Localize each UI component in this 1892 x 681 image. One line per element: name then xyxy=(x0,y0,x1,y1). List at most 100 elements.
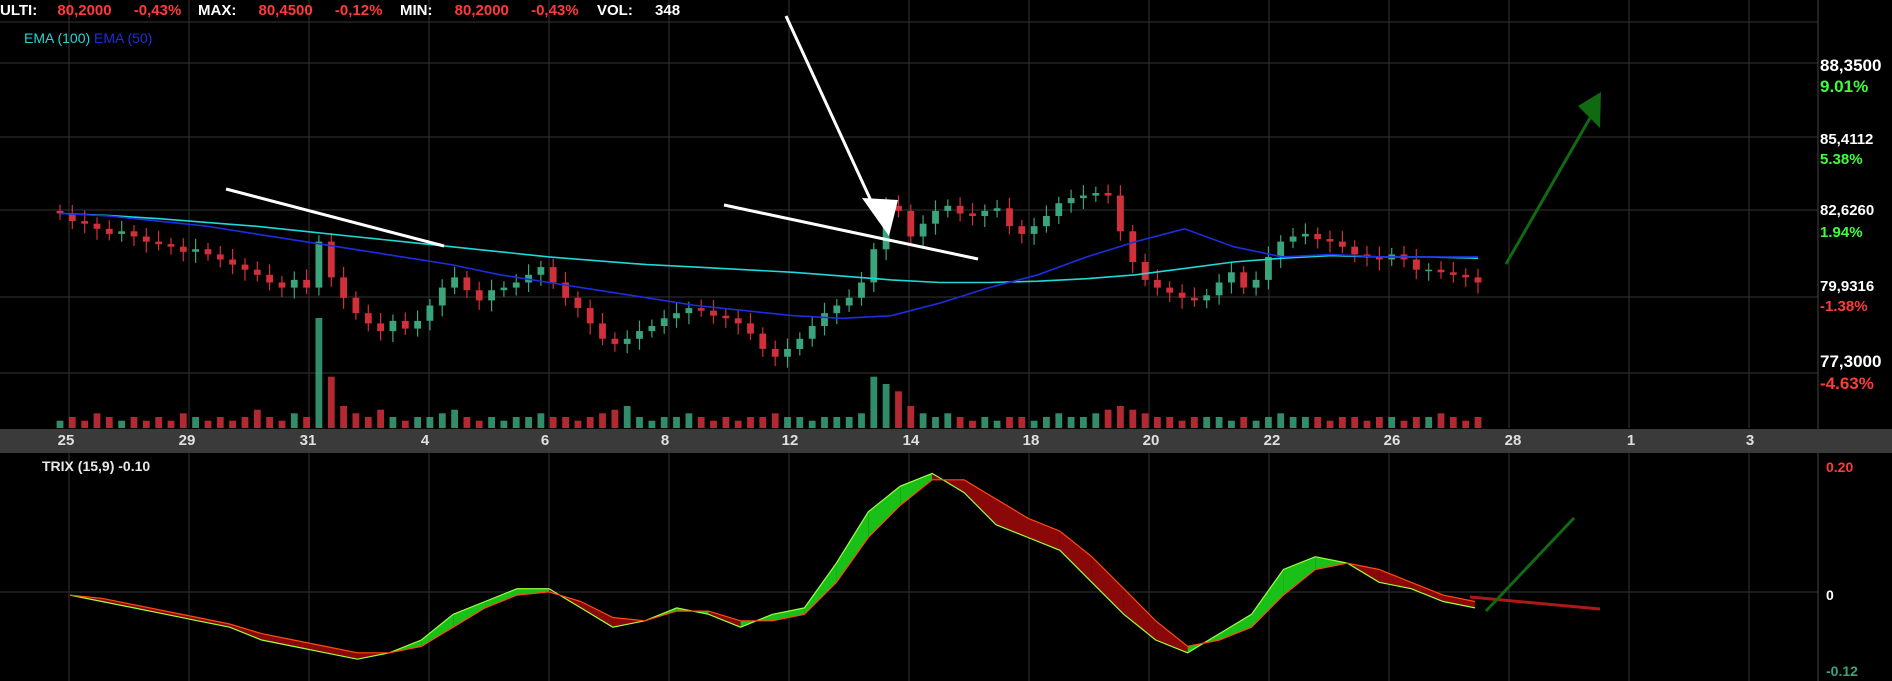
trix-fill xyxy=(1251,569,1284,628)
volume-bar xyxy=(858,413,865,428)
volume-bar xyxy=(1326,420,1334,428)
candle-body xyxy=(1055,203,1063,216)
candle-body xyxy=(1462,274,1470,278)
chart-stage[interactable]: 25 29 31 4 6 8 12 14 18 20 22 26 28 1 3 88,3500 9.01% 85… xyxy=(0,0,1892,681)
candle-body xyxy=(1339,241,1346,247)
candle-body xyxy=(241,264,249,270)
volume-bar xyxy=(1289,417,1297,428)
date-axis-band xyxy=(0,429,1892,453)
candle-body xyxy=(870,249,878,283)
candle-body xyxy=(475,290,483,301)
last-value: 80,2000 xyxy=(57,2,112,19)
volume-bar xyxy=(93,413,101,428)
ema-legend[interactable]: EMA (100) EMA (50) xyxy=(24,30,152,46)
candle-body xyxy=(796,338,804,349)
candle-body xyxy=(1141,262,1149,280)
candle-body xyxy=(1154,279,1161,288)
candle-body xyxy=(1178,292,1186,298)
volume-bar xyxy=(771,413,779,428)
volume-bar xyxy=(796,417,804,428)
volume-bar xyxy=(549,417,557,428)
trix-fill xyxy=(580,601,613,628)
volume-bar xyxy=(1302,417,1309,428)
volume-bar xyxy=(1474,417,1482,428)
candle-body xyxy=(327,241,335,278)
volume-bar xyxy=(969,420,976,428)
price-chart[interactable] xyxy=(0,0,1892,681)
trix-fill xyxy=(900,473,933,506)
date-tick-label: 3 xyxy=(1745,432,1755,449)
trendline-drawing xyxy=(1484,516,1576,613)
date-tick-label: 22 xyxy=(1263,432,1281,449)
candle-body xyxy=(673,313,680,319)
price-pct-label: 9.01% xyxy=(1820,77,1869,96)
min-price: MIN: 80,2000 -0,43% xyxy=(400,2,583,20)
candle-body xyxy=(340,277,347,298)
volume-bar xyxy=(1437,413,1445,428)
price-tick-label: 77,3000 xyxy=(1820,352,1882,371)
candle-body xyxy=(1043,216,1050,227)
vol-label: VOL: xyxy=(597,2,633,19)
volume-bar xyxy=(389,417,397,428)
legend-ema100[interactable]: EMA (100) xyxy=(24,30,90,46)
date-tick-label: 28 xyxy=(1504,432,1522,449)
trix-label[interactable]: TRIX (15,9) -0.10 xyxy=(42,458,150,474)
candle-body xyxy=(1449,272,1457,275)
volume-bar xyxy=(993,420,1001,428)
volume-bar xyxy=(1117,406,1124,428)
volume-bar xyxy=(118,420,126,428)
date-tick-label: 6 xyxy=(540,432,550,449)
volume-bar xyxy=(1203,417,1211,428)
date-tick-label: 8 xyxy=(660,432,670,449)
volume-bar xyxy=(1363,420,1371,428)
candle-body xyxy=(944,205,952,211)
candle-body xyxy=(229,259,236,265)
volume-bar xyxy=(1018,417,1026,428)
candle-body xyxy=(710,310,717,316)
volume-bar xyxy=(784,417,791,428)
candle-body xyxy=(747,323,754,334)
price-pct-label: -4.63% xyxy=(1820,374,1874,393)
min-label: MIN: xyxy=(400,2,433,19)
trix-fill xyxy=(1091,556,1124,615)
candle-body xyxy=(1277,241,1285,257)
candle-body xyxy=(488,290,495,301)
candle-body xyxy=(611,338,619,344)
volume-bar xyxy=(1339,417,1346,428)
trix-fill xyxy=(964,479,996,525)
volume-bar xyxy=(377,409,384,428)
candle-body xyxy=(1289,236,1297,242)
candle-body xyxy=(1191,297,1198,301)
volume-bar xyxy=(179,413,187,428)
candle-body xyxy=(352,297,360,314)
candle-body xyxy=(118,231,126,234)
volume-bar xyxy=(290,413,298,428)
volume-bar xyxy=(759,417,767,428)
candle-body xyxy=(377,323,384,332)
volume-bar xyxy=(525,417,532,428)
candle-body xyxy=(1437,269,1445,273)
volume-bar xyxy=(1400,420,1408,428)
volume-bar xyxy=(1413,417,1420,428)
volume-bar xyxy=(562,417,569,428)
volume-bar xyxy=(438,413,446,428)
trix-fill xyxy=(1315,556,1348,570)
volume-bar xyxy=(981,417,989,428)
price-pct-label: 1.94% xyxy=(1820,224,1863,241)
candle-body xyxy=(821,313,828,326)
candle-body xyxy=(512,282,520,288)
candle-body xyxy=(1265,256,1272,280)
volume-bar xyxy=(734,420,742,428)
trix-tick-label: -0.12 xyxy=(1826,663,1858,679)
volume-bar xyxy=(1104,409,1112,428)
candle-body xyxy=(1203,295,1211,301)
candle-body xyxy=(204,249,212,255)
volume-bar xyxy=(747,417,754,428)
date-tick-label: 20 xyxy=(1142,432,1160,449)
max-change: -0,12% xyxy=(334,2,383,19)
candle-body xyxy=(1252,279,1260,288)
price-tick-label: 82,6260 xyxy=(1820,202,1875,219)
volume-bar xyxy=(81,420,89,428)
max-price: MAX: 80,4500 -0,12% xyxy=(198,2,386,20)
legend-ema50[interactable]: EMA (50) xyxy=(94,30,152,46)
